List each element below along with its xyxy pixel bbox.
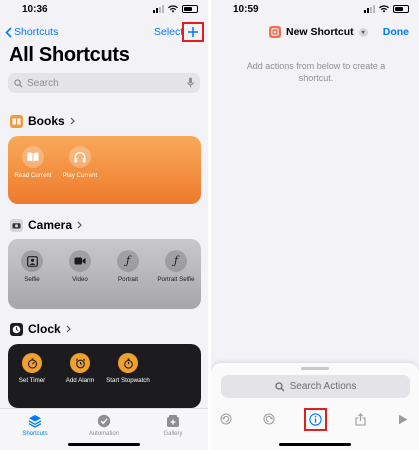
tab-gallery[interactable]: Gallery <box>143 414 203 437</box>
wifi-icon <box>379 5 389 13</box>
status-icons <box>364 5 409 13</box>
status-time: 10:59 <box>233 4 259 15</box>
signal-icon <box>153 5 164 13</box>
search-icon <box>14 78 23 88</box>
shortcut-selfie[interactable]: Selfie <box>9 250 55 283</box>
action-label: Portrait Selfie <box>157 276 195 283</box>
home-indicator <box>68 443 140 446</box>
action-label: Portrait <box>118 276 138 283</box>
add-shortcut-button[interactable] <box>182 22 204 42</box>
section-title: Books <box>28 114 65 128</box>
undo-icon[interactable] <box>217 410 235 428</box>
camera-shortcuts-card: Selfie Video ƒ Portrait ƒ Portrait Selfi… <box>8 239 201 309</box>
battery-icon <box>393 5 409 13</box>
alarm-icon <box>70 353 90 373</box>
microphone-icon[interactable] <box>187 77 194 88</box>
section-header-clock[interactable]: Clock <box>10 322 71 336</box>
action-label: Selfie <box>24 276 40 283</box>
back-label: Shortcuts <box>14 26 59 38</box>
section-header-camera[interactable]: Camera <box>10 218 82 232</box>
status-time: 10:36 <box>22 4 48 15</box>
back-button[interactable]: Shortcuts <box>5 26 58 38</box>
tab-automation[interactable]: Automation <box>74 414 134 437</box>
signal-icon <box>364 5 375 13</box>
timer-icon <box>22 353 42 373</box>
headphones-icon <box>69 146 91 168</box>
gallery-icon <box>166 414 180 428</box>
share-icon[interactable] <box>351 410 369 428</box>
layers-icon <box>28 414 42 428</box>
shortcut-glyph-icon <box>269 26 281 38</box>
search-actions-field[interactable]: Search Actions <box>221 375 410 398</box>
shortcut-title-menu[interactable]: New Shortcut ▾ <box>269 26 368 38</box>
page-title: All Shortcuts <box>9 44 130 66</box>
search-icon <box>274 381 285 391</box>
shortcut-portrait[interactable]: ƒ Portrait <box>105 250 151 283</box>
action-label: Read Current <box>14 172 52 179</box>
sheet-grabber[interactable] <box>301 367 329 370</box>
book-icon <box>22 146 44 168</box>
play-icon[interactable] <box>394 410 412 428</box>
chevron-left-icon <box>5 26 12 38</box>
action-label: Video <box>72 276 88 283</box>
shortcut-add-alarm[interactable]: Add Alarm <box>57 353 103 384</box>
section-title: Camera <box>28 218 73 232</box>
function-icon: ƒ <box>117 250 139 272</box>
selfie-icon <box>21 250 43 272</box>
shortcut-play-current[interactable]: Play Current <box>57 146 103 179</box>
tab-label: Gallery <box>163 431 183 437</box>
done-button[interactable]: Done <box>383 26 409 38</box>
action-label: Start Stopwatch <box>106 377 150 384</box>
new-shortcut-screen: 10:59 New Shortcut ▾ Done Add actions fr… <box>211 0 419 450</box>
wifi-icon <box>168 5 178 13</box>
action-label: Add Alarm <box>65 377 95 384</box>
stopwatch-icon <box>118 353 138 373</box>
redo-icon[interactable] <box>260 410 278 428</box>
books-app-icon <box>10 114 23 128</box>
search-actions-placeholder: Search Actions <box>289 381 357 392</box>
plus-icon <box>188 27 198 37</box>
select-button[interactable]: Select <box>154 26 183 38</box>
shortcut-title: New Shortcut <box>286 26 354 38</box>
home-indicator <box>279 443 351 446</box>
shortcut-start-stopwatch[interactable]: Start Stopwatch <box>105 353 151 384</box>
chevron-right-icon <box>77 221 82 229</box>
shortcut-portrait-selfie[interactable]: ƒ Portrait Selfie <box>153 250 199 283</box>
tab-label: Automation <box>88 431 120 437</box>
camera-app-icon <box>10 218 23 232</box>
books-shortcuts-card: Read Current Play Current <box>8 136 201 204</box>
status-bar: 10:59 <box>211 0 419 20</box>
tab-label: Shortcuts <box>22 431 48 437</box>
video-camera-icon <box>69 250 91 272</box>
shortcut-video[interactable]: Video <box>57 250 103 283</box>
tab-bar: Shortcuts Automation Gallery <box>0 408 208 450</box>
info-button-highlight <box>304 408 327 431</box>
clock-shortcuts-card: Set Timer Add Alarm Start Stopwatch <box>8 344 201 408</box>
search-placeholder: Search <box>27 77 59 89</box>
empty-state-hint: Add actions from below to create a short… <box>246 61 386 83</box>
chevron-right-icon <box>70 117 75 125</box>
function-icon: ƒ <box>165 250 187 272</box>
tab-shortcuts[interactable]: Shortcuts <box>5 414 65 437</box>
section-header-books[interactable]: Books <box>10 114 75 128</box>
status-bar: 10:36 <box>0 0 208 20</box>
chevron-right-icon <box>66 325 71 333</box>
search-field[interactable]: Search <box>8 73 200 93</box>
chevron-down-icon: ▾ <box>358 27 368 37</box>
shortcuts-library-screen: 10:36 Shortcuts Select All Shortcuts Sea… <box>0 0 208 450</box>
status-icons <box>153 5 198 13</box>
battery-icon <box>182 5 198 13</box>
actions-sheet: Search Actions <box>211 363 419 450</box>
shortcut-read-current[interactable]: Read Current <box>10 146 56 179</box>
action-label: Play Current <box>62 172 98 179</box>
shortcut-set-timer[interactable]: Set Timer <box>9 353 55 384</box>
clock-app-icon <box>10 322 23 336</box>
action-label: Set Timer <box>18 377 46 384</box>
section-title: Clock <box>28 322 61 336</box>
automation-icon <box>97 414 111 428</box>
